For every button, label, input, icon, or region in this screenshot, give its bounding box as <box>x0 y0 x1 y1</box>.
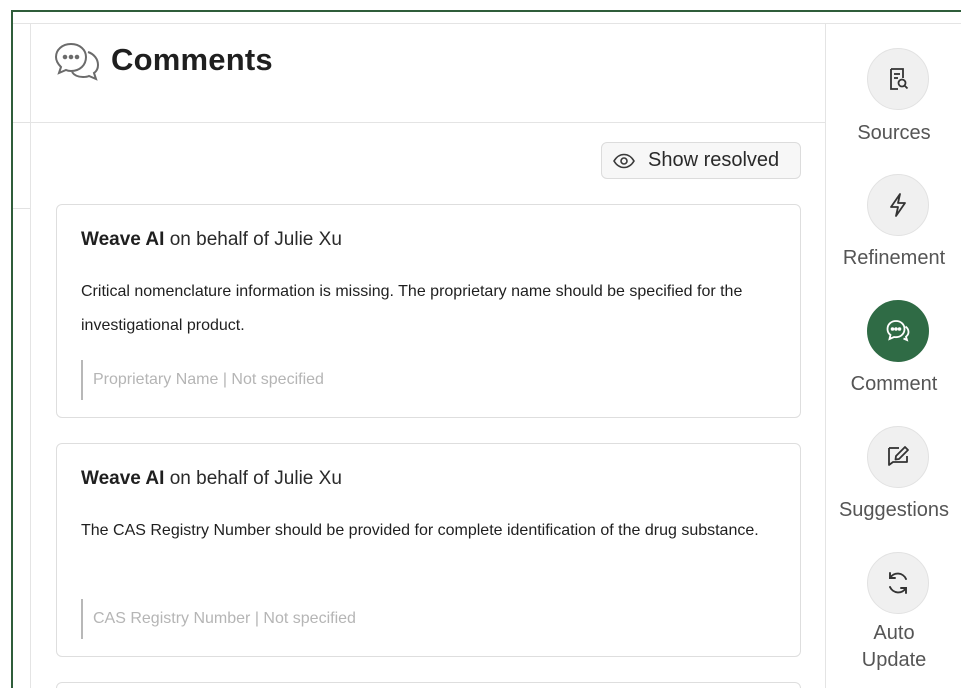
comment-card-partial[interactable] <box>56 682 801 688</box>
sidebar-item-comment[interactable]: Comment <box>827 274 961 400</box>
left-strip-divider <box>13 208 30 209</box>
comment-author: Weave AI on behalf of Julie Xu <box>81 468 342 490</box>
lightning-icon <box>890 193 906 217</box>
left-strip-divider <box>13 122 30 123</box>
comment-button[interactable] <box>867 300 929 362</box>
comment-body: The CAS Registry Number should be provid… <box>81 522 759 539</box>
auto-update-button[interactable] <box>867 552 929 614</box>
sidebar-item-sources[interactable]: Sources <box>827 24 961 148</box>
comments-header: Comments <box>31 24 826 123</box>
author-name: Weave AI <box>81 229 165 250</box>
comment-card[interactable]: Weave AI on behalf of Julie Xu The CAS R… <box>56 443 801 657</box>
sidebar-label-comment: Comment <box>850 373 938 395</box>
comment-body: Critical nomenclature information is mis… <box>81 283 743 334</box>
panel-title: Comments <box>111 42 273 77</box>
sidebar-item-auto-update[interactable]: Auto Update <box>827 526 961 688</box>
author-name: Weave AI <box>81 468 165 489</box>
sidebar-label-sources: Sources <box>857 122 931 144</box>
refinement-button[interactable] <box>867 174 929 236</box>
sidebar-label-refinement: Refinement <box>842 247 946 269</box>
suggestions-button[interactable] <box>867 426 929 488</box>
sidebar-label-auto-update: Auto Update <box>861 622 927 671</box>
comment-quote: Proprietary Name | Not specified <box>81 360 324 400</box>
on-behalf-text: on behalf of Julie Xu <box>164 468 342 489</box>
sources-button[interactable] <box>867 48 929 110</box>
show-resolved-button[interactable]: Show resolved <box>601 142 801 179</box>
comment-quote: CAS Registry Number | Not specified <box>81 599 356 639</box>
window-frame-top <box>11 10 961 12</box>
comment-icon <box>886 320 910 342</box>
sources-icon <box>890 68 909 90</box>
suggestion-edit-icon <box>888 446 909 466</box>
window-frame-left <box>11 10 13 688</box>
sidebar-label-suggestions: Suggestions <box>838 499 950 521</box>
sidebar-item-refinement[interactable]: Refinement <box>827 148 961 274</box>
sidebar-item-suggestions[interactable]: Suggestions <box>827 400 961 526</box>
comment-author: Weave AI on behalf of Julie Xu <box>81 229 342 251</box>
comment-card[interactable]: Weave AI on behalf of Julie Xu Critical … <box>56 204 801 418</box>
comments-panel: Comments Show resolved Weave AI on behal… <box>30 24 826 688</box>
eye-icon <box>613 153 635 168</box>
comments-chat-icon <box>54 42 100 81</box>
refresh-icon <box>889 572 907 594</box>
show-resolved-label: Show resolved <box>648 149 780 171</box>
on-behalf-text: on behalf of Julie Xu <box>164 229 342 250</box>
right-sidebar: Sources Refinement Comment Suggestions A… <box>827 24 961 688</box>
